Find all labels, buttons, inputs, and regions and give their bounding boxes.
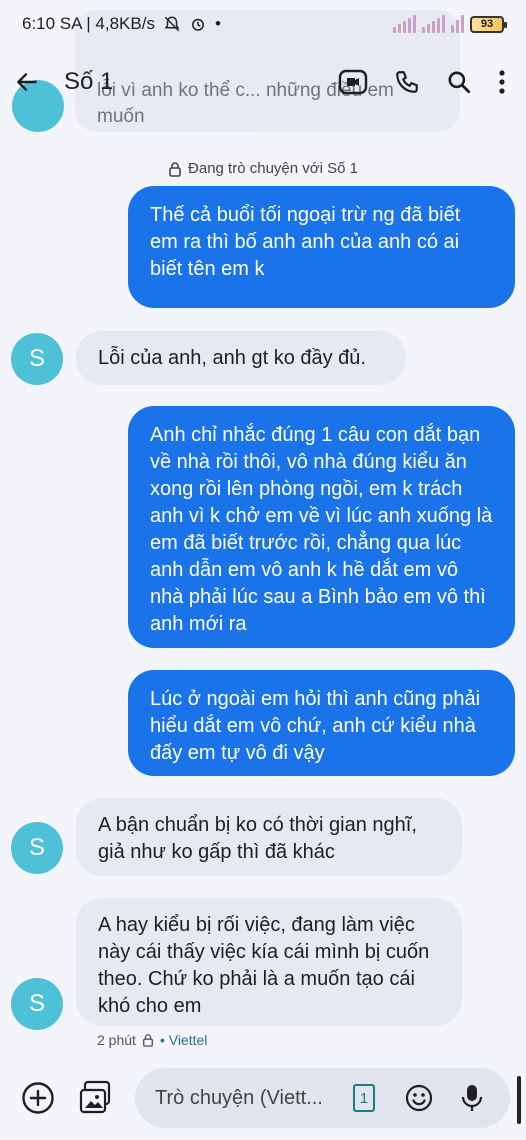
video-call-icon[interactable] [338,68,368,96]
avatar-letter: S [28,990,45,1017]
microphone-icon[interactable] [461,1083,483,1113]
lock-icon [142,1033,154,1047]
sim-number: 1 [359,1089,369,1107]
contact-avatar[interactable]: S [11,822,63,874]
carrier-label: • Viettel [159,1032,208,1048]
message-text: Thế cả buổi tối ngoại trừ ng đã biết em … [150,204,461,280]
lock-icon [168,161,182,177]
message-text: A bận chuẩn bị ko có thời gian nghĩ, giả… [98,814,417,863]
avatar-letter: S [28,345,45,372]
conversation-info-label: Đang trò chuyện với Số 1 [0,160,526,177]
conversation-info-text: Đang trò chuyện với Số 1 [188,160,358,177]
search-icon[interactable] [446,69,472,95]
status-time: 6:10 SA | 4,8KB/s [22,14,155,33]
sim-selector[interactable]: 1 [353,1084,375,1112]
status-bar: 6:10 SA | 4,8KB/s • 93 [0,0,526,48]
signal-2-icon [422,15,445,33]
avatar-letter: S [28,834,45,861]
message-bubble-outgoing[interactable]: Thế cả buổi tối ngoại trừ ng đã biết em … [128,186,515,308]
message-input[interactable] [155,1086,345,1110]
conversation-title[interactable]: Số 1 [64,68,113,96]
contact-avatar[interactable]: S [11,978,63,1030]
mute-icon [163,15,181,33]
gallery-icon [79,1080,111,1114]
message-meta: 2 phút • Viettel [97,1032,207,1048]
gallery-button[interactable] [78,1078,114,1118]
message-input-container[interactable]: 1 [135,1068,510,1128]
message-bubble-outgoing[interactable]: Anh chỉ nhắc đúng 1 câu con dắt bạn về n… [128,406,515,648]
message-bubble-outgoing[interactable]: Lúc ở ngoài em hỏi thì anh cũng phải hiể… [128,670,515,776]
wifi-icon [451,15,464,33]
back-arrow-icon[interactable] [14,69,40,95]
message-text: Lúc ở ngoài em hỏi thì anh cũng phải hiể… [150,688,481,764]
add-attachment-button[interactable] [20,1080,56,1116]
more-options-icon[interactable] [498,69,506,95]
status-dot: • [214,14,221,33]
message-bubble-incoming[interactable]: A hay kiểu bị rối việc, đang làm việc nà… [76,898,462,1026]
contact-avatar[interactable]: S [11,333,63,385]
message-bubble-incoming[interactable]: Lỗi của anh, anh gt ko đầy đủ. [76,331,406,385]
battery-indicator: 93 [470,15,507,33]
scrollbar[interactable] [517,1076,521,1124]
plus-circle-icon [22,1082,54,1114]
battery-level: 93 [480,18,494,30]
message-bubble-incoming[interactable]: A bận chuẩn bị ko có thời gian nghĩ, giả… [76,798,462,876]
message-text: Anh chỉ nhắc đúng 1 câu con dắt bạn về n… [150,424,493,635]
emoji-icon[interactable] [405,1084,433,1112]
signal-icon [393,15,416,33]
message-text: A hay kiểu bị rối việc, đang làm việc nà… [98,914,430,1017]
conversation-header: Số 1 [0,48,526,116]
message-text: Lỗi của anh, anh gt ko đầy đủ. [98,347,366,369]
message-time: 2 phút [97,1032,136,1048]
phone-call-icon[interactable] [394,69,420,95]
alarm-icon [189,15,207,33]
